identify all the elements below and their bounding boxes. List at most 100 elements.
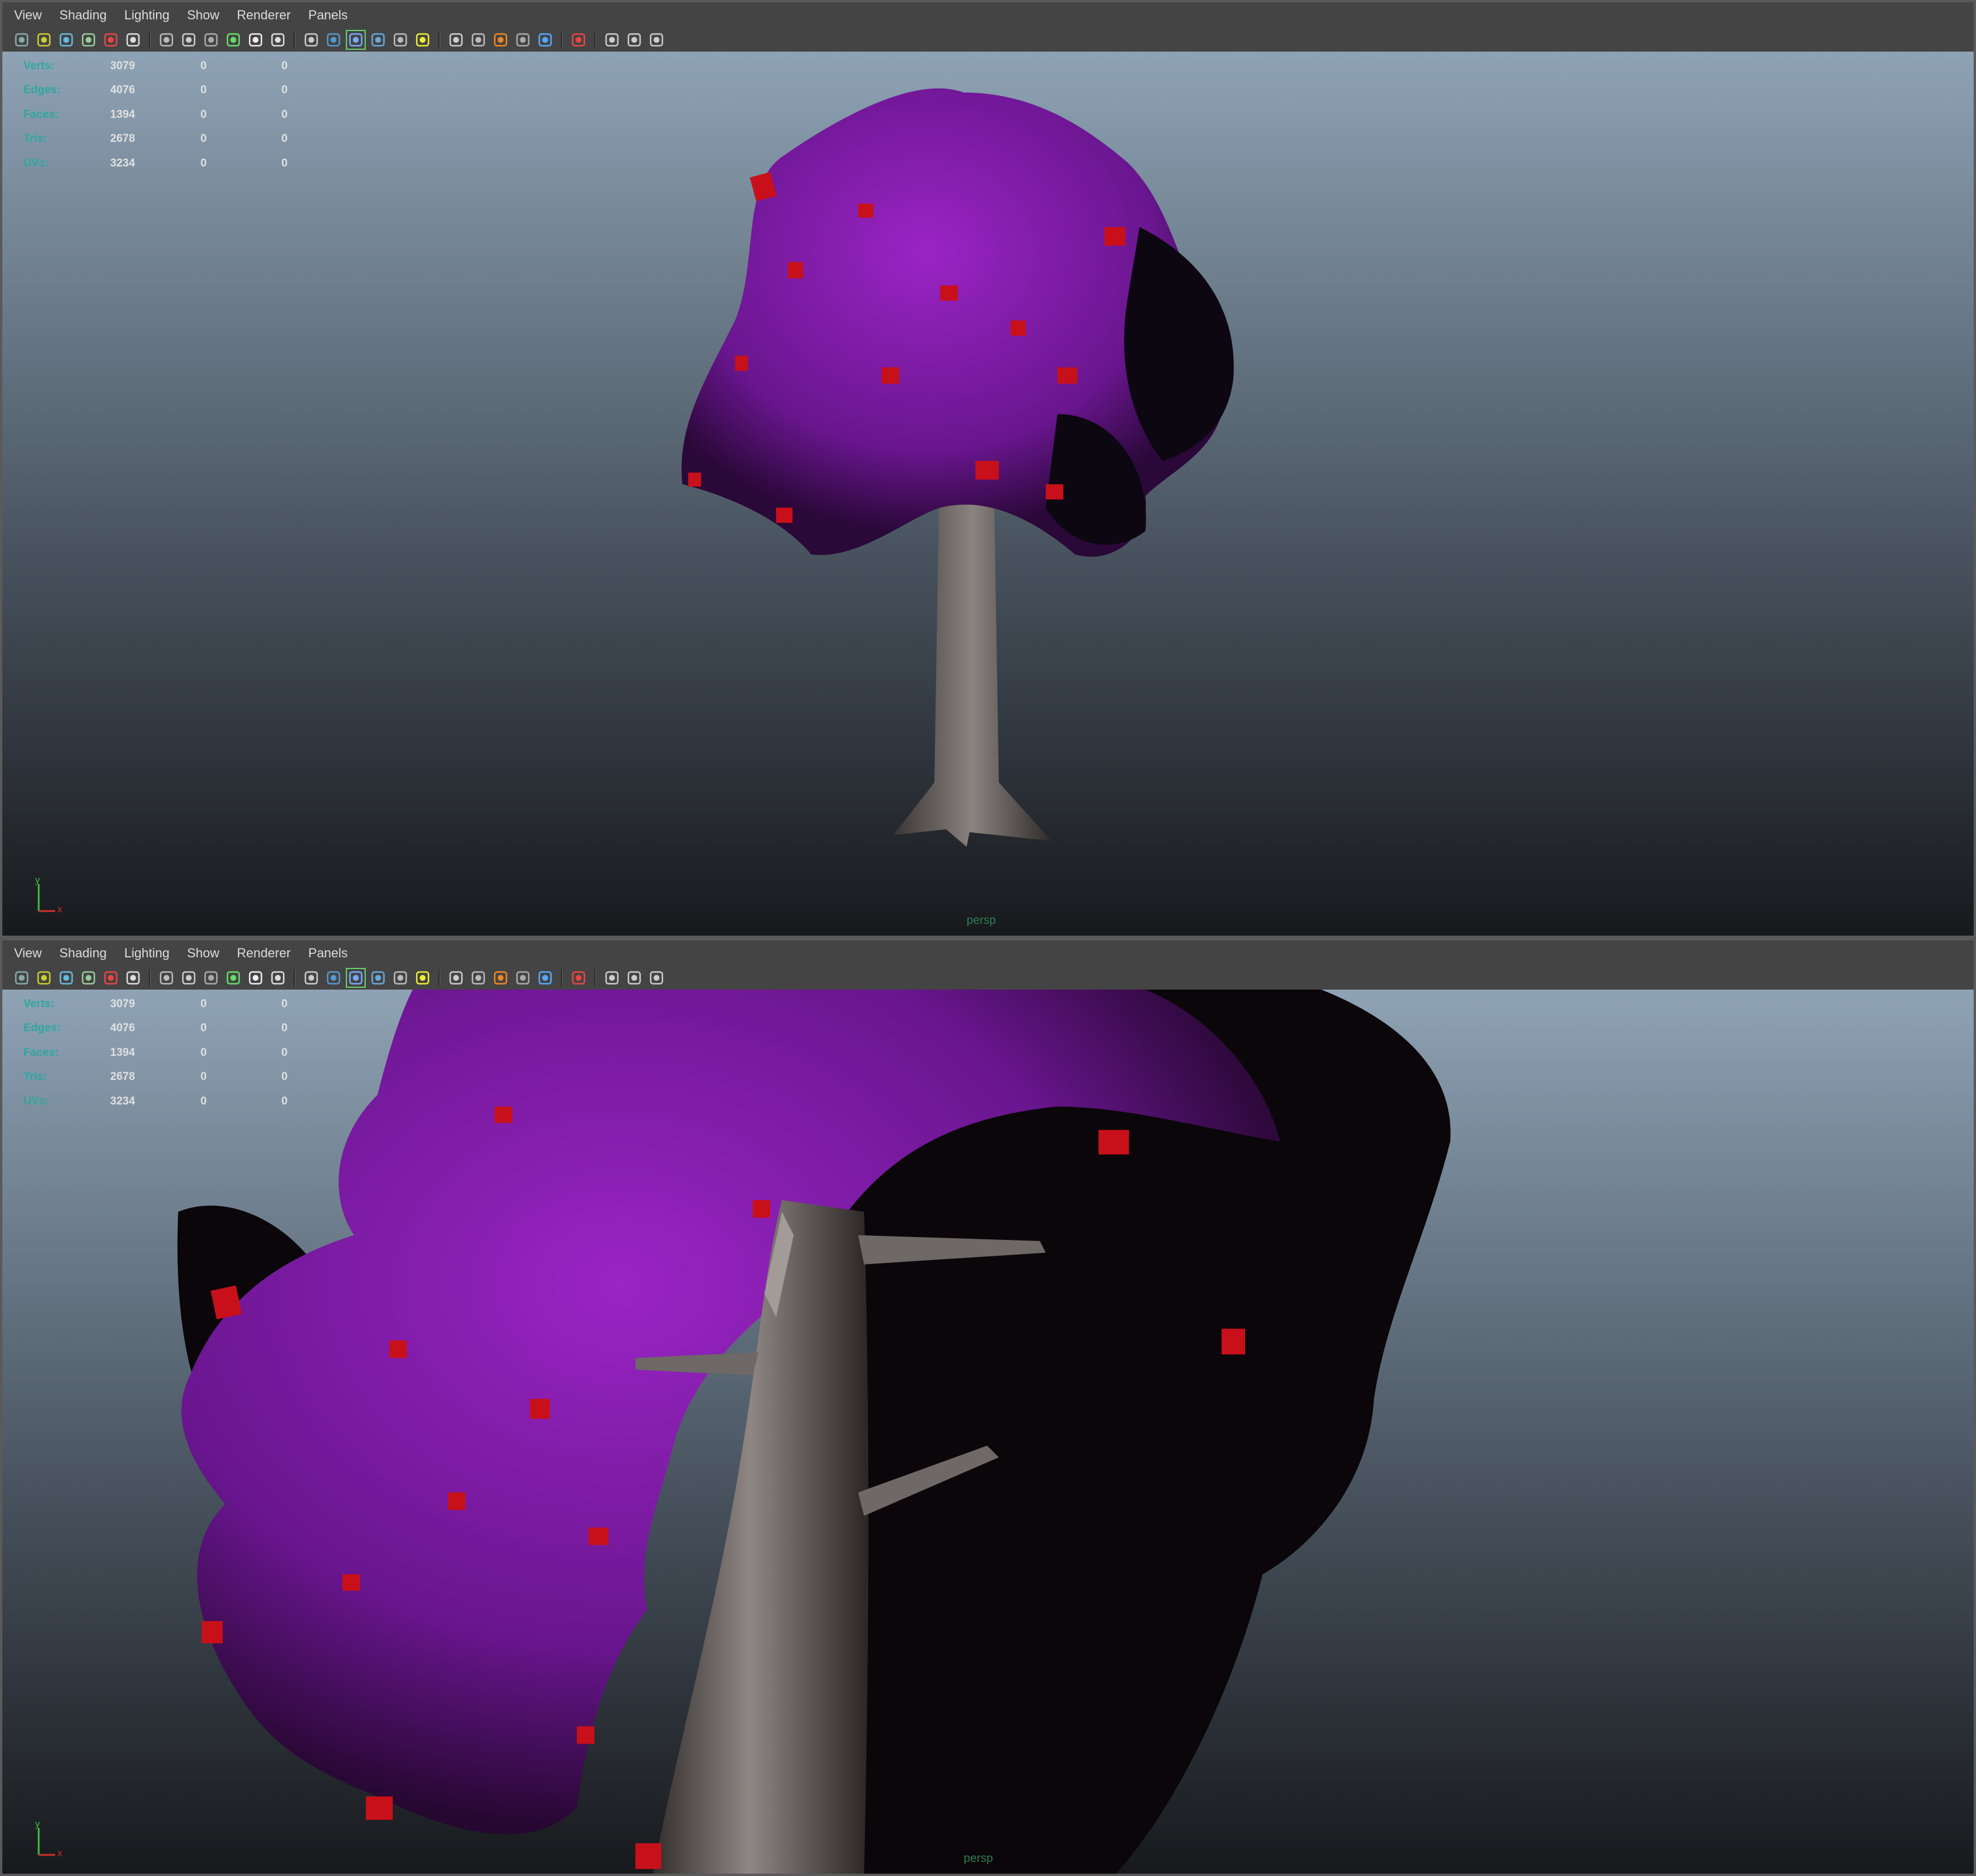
tree-render-close xyxy=(2,990,1974,1874)
hypershade-icon[interactable] xyxy=(647,30,666,50)
panel-menubar: View Shading Lighting Show Renderer Pane… xyxy=(2,2,1974,28)
menu-shading[interactable]: Shading xyxy=(59,8,107,23)
safe-title-icon[interactable] xyxy=(268,968,288,988)
hud-label: Faces: xyxy=(23,1046,59,1059)
axis-y-label: y xyxy=(35,1820,40,1829)
smooth-shade-icon[interactable] xyxy=(324,968,343,988)
hud-uv-selected: 0 xyxy=(281,132,288,145)
grease-pencil-icon[interactable] xyxy=(123,968,143,988)
menu-view[interactable]: View xyxy=(14,8,42,23)
menu-show[interactable]: Show xyxy=(187,8,219,23)
menu-renderer[interactable]: Renderer xyxy=(237,946,291,961)
use-lights-icon[interactable] xyxy=(413,30,433,50)
menu-lighting[interactable]: Lighting xyxy=(124,8,169,23)
menu-panels[interactable]: Panels xyxy=(308,8,348,23)
textured-icon[interactable] xyxy=(390,30,410,50)
hud-row-verts: Verts: 3079 0 0 xyxy=(23,54,362,79)
grid-icon[interactable] xyxy=(157,968,176,988)
axis-x-label: x xyxy=(57,1848,62,1858)
hud-value: 4076 xyxy=(110,1022,135,1035)
image-plane-icon[interactable] xyxy=(79,30,98,50)
hypershade-icon[interactable] xyxy=(647,968,666,988)
xray-icon[interactable] xyxy=(368,30,388,50)
toolbar-separator xyxy=(438,32,440,48)
menu-show[interactable]: Show xyxy=(187,946,219,961)
safe-title-icon[interactable] xyxy=(268,30,288,50)
anti-alias-icon[interactable] xyxy=(513,30,533,50)
axis-gizmo-icon: y x xyxy=(35,1820,62,1858)
hud-value: 3234 xyxy=(110,1095,135,1107)
hud-row-uvs: UVs: 3234 0 0 xyxy=(23,151,362,176)
xray-icon[interactable] xyxy=(368,968,388,988)
shadows-icon[interactable] xyxy=(446,968,466,988)
hud-value: 1394 xyxy=(110,1046,135,1059)
2d-pan-icon[interactable] xyxy=(101,968,121,988)
resolution-gate-icon[interactable] xyxy=(201,30,221,50)
toolbar-separator xyxy=(149,970,151,986)
wireframe-icon[interactable] xyxy=(301,968,321,988)
hud-row-tris: Tris: 2678 0 0 xyxy=(23,1065,362,1090)
gate-mask-icon[interactable] xyxy=(223,30,243,50)
film-gate-icon[interactable] xyxy=(179,30,199,50)
ambient-occlusion-icon[interactable] xyxy=(468,30,488,50)
hud-uv-selected: 0 xyxy=(281,108,288,121)
grease-pencil-icon[interactable] xyxy=(123,30,143,50)
menu-lighting[interactable]: Lighting xyxy=(124,946,169,961)
shadows-icon[interactable] xyxy=(446,30,466,50)
hud-selected: 0 xyxy=(200,84,207,97)
hud-row-edges: Edges: 4076 0 0 xyxy=(23,1017,362,1041)
hud-uv-selected: 0 xyxy=(281,1095,288,1107)
menu-renderer[interactable]: Renderer xyxy=(237,8,291,23)
viewport-3d[interactable] xyxy=(2,990,1974,1874)
film-gate-icon[interactable] xyxy=(179,968,199,988)
image-plane-icon[interactable] xyxy=(79,968,98,988)
toolbar-separator xyxy=(294,32,295,48)
textured-icon[interactable] xyxy=(390,968,410,988)
bookmark-icon[interactable] xyxy=(56,968,76,988)
grid-icon[interactable] xyxy=(157,30,176,50)
camera-attrs-icon[interactable] xyxy=(34,968,54,988)
smooth-shade-icon[interactable] xyxy=(324,30,343,50)
menu-panels[interactable]: Panels xyxy=(308,946,348,961)
hud-value: 1394 xyxy=(110,108,135,121)
depth-of-field-icon[interactable] xyxy=(535,968,555,988)
resolution-gate-icon[interactable] xyxy=(201,968,221,988)
hud-row-faces: Faces: 1394 0 0 xyxy=(23,103,362,127)
hud-uv-selected: 0 xyxy=(281,84,288,97)
shade-wire-icon[interactable] xyxy=(346,30,366,50)
hud-label: Verts: xyxy=(23,59,55,72)
xray-active-icon[interactable] xyxy=(624,30,644,50)
viewport-panel-top[interactable]: View Shading Lighting Show Renderer Pane… xyxy=(0,0,1976,938)
bookmark-icon[interactable] xyxy=(56,30,76,50)
ambient-occlusion-icon[interactable] xyxy=(468,968,488,988)
field-chart-icon[interactable] xyxy=(246,968,266,988)
camera-select-icon[interactable] xyxy=(12,30,32,50)
2d-pan-icon[interactable] xyxy=(101,30,121,50)
wireframe-icon[interactable] xyxy=(301,30,321,50)
xray-active-icon[interactable] xyxy=(624,968,644,988)
hud-selected: 0 xyxy=(200,1070,207,1083)
hud-label: Tris: xyxy=(23,132,47,145)
viewport-panel-bottom[interactable]: View Shading Lighting Show Renderer Pane… xyxy=(0,938,1976,1876)
menu-shading[interactable]: Shading xyxy=(59,946,107,961)
camera-label: persp xyxy=(967,914,996,927)
xray-joints-icon[interactable] xyxy=(602,30,622,50)
depth-of-field-icon[interactable] xyxy=(535,30,555,50)
isolate-select-icon[interactable] xyxy=(569,968,589,988)
hud-value: 2678 xyxy=(110,1070,135,1083)
xray-joints-icon[interactable] xyxy=(602,968,622,988)
field-chart-icon[interactable] xyxy=(246,30,266,50)
motion-blur-icon[interactable] xyxy=(491,968,511,988)
anti-alias-icon[interactable] xyxy=(513,968,533,988)
gate-mask-icon[interactable] xyxy=(223,968,243,988)
viewport-3d[interactable] xyxy=(2,52,1974,936)
isolate-select-icon[interactable] xyxy=(569,30,589,50)
motion-blur-icon[interactable] xyxy=(491,30,511,50)
camera-attrs-icon[interactable] xyxy=(34,30,54,50)
shade-wire-icon[interactable] xyxy=(346,968,366,988)
menu-view[interactable]: View xyxy=(14,946,42,961)
use-lights-icon[interactable] xyxy=(413,968,433,988)
hud-selected: 0 xyxy=(200,132,207,145)
hud-value: 3234 xyxy=(110,157,135,169)
camera-select-icon[interactable] xyxy=(12,968,32,988)
